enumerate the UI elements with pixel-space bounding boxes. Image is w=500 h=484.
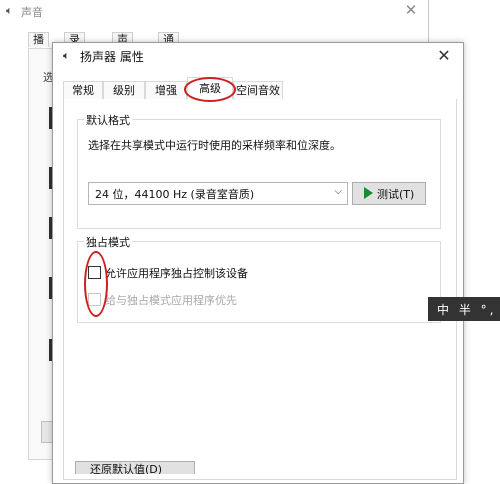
allow-exclusive-label: 允许应用程序独占控制该设备 [105,267,248,280]
default-format-group: 默认格式 选择在共享模式中运行时使用的采样频率和位深度。 24 位，44100 … [77,112,441,229]
restore-defaults-label: 还原默认值(D) [90,463,163,474]
dialog-tabs: 常规 级别 增强 高级 空间音效 [63,77,455,100]
tab-playback[interactable]: 播放 [28,32,49,60]
speaker-icon: 🔈︎ [6,4,13,17]
advanced-tab-panel: 默认格式 选择在共享模式中运行时使用的采样频率和位深度。 24 位，44100 … [63,99,457,480]
ime-toolbar[interactable]: 中 半 °, ⌨ [428,297,500,321]
tab-spatial-sound[interactable]: 空间音效 [233,81,283,99]
annotation-circle-advanced-tab [184,77,236,102]
restore-defaults-button[interactable]: 还原默认值(D) [75,461,195,474]
sample-format-value: 24 位，44100 Hz (录音室音质) [95,188,255,201]
default-format-description: 选择在共享模式中运行时使用的采样频率和位深度。 [88,139,341,152]
dialog-close-icon[interactable]: ✕ [431,45,457,67]
sound-window-titlebar: 🔈︎ 声音 ✕ [0,0,428,24]
test-button[interactable]: 测试(T) [352,182,426,205]
test-button-label: 测试(T) [377,188,415,201]
exclusive-mode-title: 独占模式 [84,234,132,250]
default-format-title: 默认格式 [84,112,132,128]
speaker-icon: 🔈︎ [63,49,70,62]
sample-format-dropdown[interactable]: 24 位，44100 Hz (录音室音质) ⌵ [88,182,348,205]
sound-window-close-icon[interactable]: ✕ [398,0,424,22]
play-icon [364,187,373,199]
exclusive-priority-label: 给与独占模式应用程序优先 [105,294,237,307]
annotation-circle-checkboxes [84,251,108,317]
ime-status-text: 中 半 °, ⌨ [437,303,500,317]
exclusive-mode-group: 独占模式 允许应用程序独占控制该设备 给与独占模式应用程序优先 [77,234,441,323]
tab-levels[interactable]: 级别 [103,81,145,99]
dialog-title: 扬声器 属性 [80,50,144,64]
tab-enhancements[interactable]: 增强 [145,81,187,99]
speaker-properties-dialog: 🔈︎ 扬声器 属性 ✕ 常规 级别 增强 高级 空间音效 默认格式 选择在共享模… [52,42,464,484]
chevron-down-icon: ⌵ [334,186,342,197]
tab-general[interactable]: 常规 [63,81,103,99]
sound-window-title: 声音 [21,6,43,19]
